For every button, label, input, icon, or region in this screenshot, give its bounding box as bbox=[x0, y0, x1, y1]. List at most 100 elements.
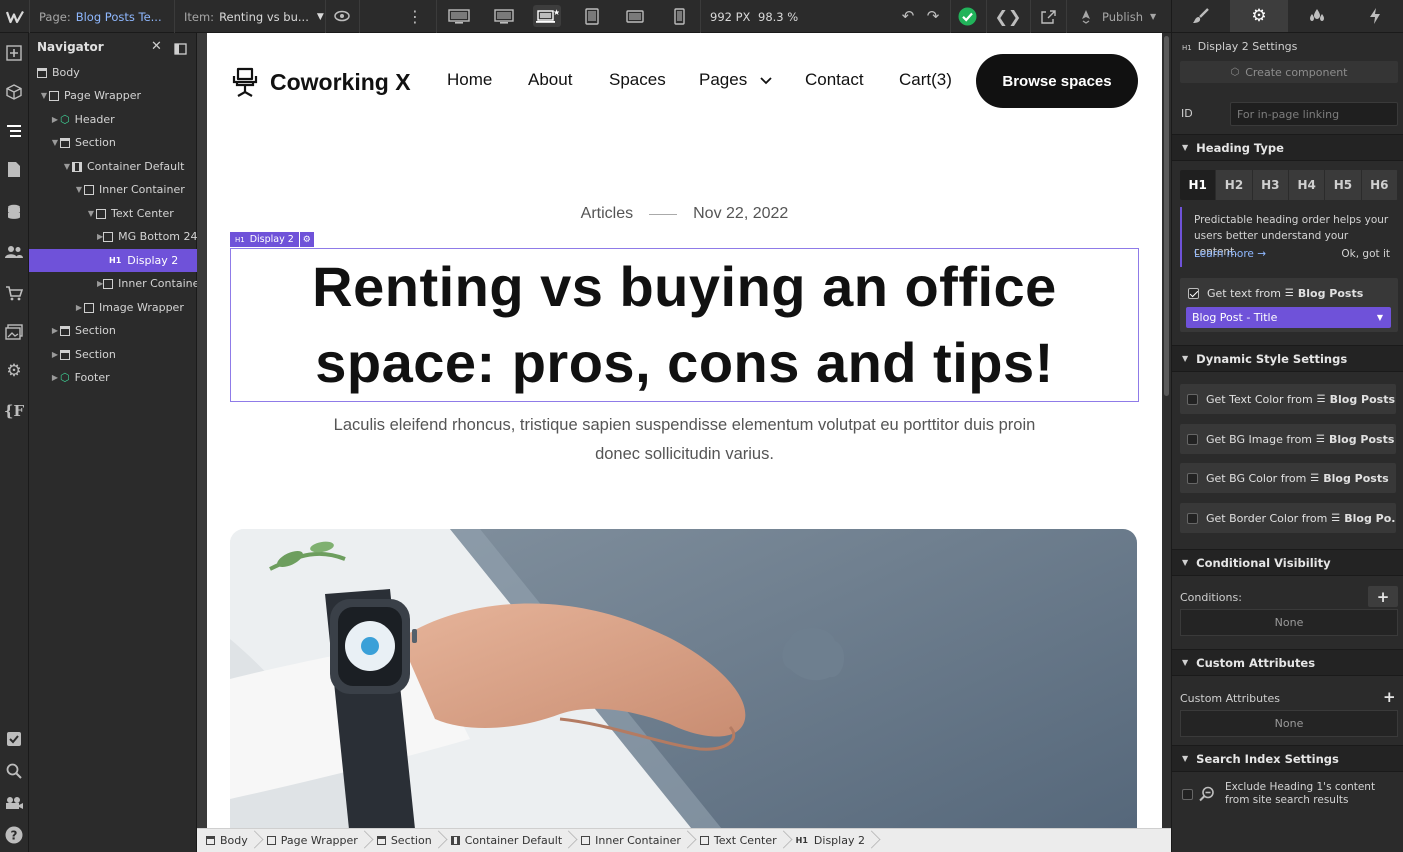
caret-right-icon[interactable]: ▶ bbox=[74, 303, 84, 312]
dynamic-style-section-header[interactable]: ▼ Dynamic Style Settings bbox=[1172, 345, 1403, 372]
users-icon[interactable] bbox=[2, 240, 26, 264]
caret-right-icon[interactable]: ▶ bbox=[50, 115, 60, 124]
caret-down-icon[interactable]: ▼ bbox=[39, 91, 49, 100]
heading-level-h4[interactable]: H4 bbox=[1288, 170, 1326, 200]
more-options-icon[interactable]: ⋮ bbox=[405, 5, 425, 27]
exclude-from-search-row[interactable]: Exclude Heading 1's content from site se… bbox=[1180, 775, 1398, 813]
audit-checkbox-icon[interactable] bbox=[2, 727, 26, 751]
collapse-all-icon[interactable]: ✕ bbox=[151, 39, 162, 54]
breadcrumb-item-body[interactable]: Body bbox=[197, 829, 258, 852]
heading-level-h5[interactable]: H5 bbox=[1325, 170, 1362, 200]
browse-spaces-button[interactable]: Browse spaces bbox=[976, 54, 1138, 108]
cms-database-icon[interactable] bbox=[2, 200, 26, 224]
navigator-item-header[interactable]: ▶ ⬡ Header bbox=[29, 108, 197, 131]
custom-attributes-section-header[interactable]: ▼ Custom Attributes bbox=[1172, 649, 1403, 676]
navigator-item-section-2[interactable]: ▶ Section bbox=[29, 319, 197, 342]
heading-level-h6[interactable]: H6 bbox=[1361, 170, 1398, 200]
get-border-color-row[interactable]: Get Border Color from ☰ Blog Po... bbox=[1180, 503, 1396, 533]
navigator-item-body[interactable]: Body bbox=[29, 61, 197, 84]
device-tablet-icon[interactable] bbox=[578, 5, 606, 27]
page-selector[interactable]: Page: Blog Posts Te... bbox=[39, 0, 162, 33]
caret-right-icon[interactable]: ▶ bbox=[50, 350, 60, 359]
id-field[interactable]: For in-page linking bbox=[1230, 102, 1398, 126]
redo-icon[interactable]: ↷ bbox=[923, 5, 943, 27]
breadcrumb-item-text-center[interactable]: Text Center bbox=[691, 829, 787, 852]
publish-button[interactable]: Publish ▼ bbox=[1078, 0, 1156, 33]
checkbox[interactable] bbox=[1187, 393, 1198, 405]
navigator-item-footer[interactable]: ▶ ⬡ Footer bbox=[29, 366, 197, 389]
tab-interactions[interactable] bbox=[1346, 0, 1403, 32]
menu-spaces[interactable]: Spaces bbox=[609, 70, 666, 90]
symbols-cube-icon[interactable] bbox=[2, 80, 26, 104]
selected-heading-outline[interactable]: Renting vs buying an office space: pros,… bbox=[230, 248, 1139, 402]
menu-pages[interactable]: Pages bbox=[699, 70, 772, 90]
code-export-icon[interactable]: ❮❯ bbox=[994, 5, 1022, 27]
share-icon[interactable] bbox=[1037, 5, 1059, 27]
breadcrumb-item-display-2[interactable]: H1 Display 2 bbox=[787, 829, 875, 852]
item-selector[interactable]: Item: Renting vs bu... ▼ bbox=[184, 0, 324, 33]
checkbox-checked-icon[interactable] bbox=[1188, 288, 1199, 299]
assets-images-icon[interactable] bbox=[2, 320, 26, 344]
navigator-item-display-2[interactable]: H1 Display 2 bbox=[29, 249, 197, 272]
checkbox[interactable] bbox=[1187, 512, 1198, 524]
breadcrumb-item-page-wrapper[interactable]: Page Wrapper bbox=[258, 829, 368, 852]
selection-tag[interactable]: H1 Display 2 ⚙ bbox=[230, 232, 314, 247]
article-title[interactable]: Renting vs buying an office space: pros,… bbox=[265, 249, 1105, 401]
learn-more-link[interactable]: Learn more → bbox=[1194, 248, 1266, 260]
get-text-color-row[interactable]: Get Text Color from ☰ Blog Posts bbox=[1180, 384, 1396, 414]
caret-right-icon[interactable]: ▶ bbox=[50, 373, 60, 382]
heading-level-h3[interactable]: H3 bbox=[1252, 170, 1289, 200]
conditions-value[interactable]: None bbox=[1180, 609, 1398, 636]
navigator-item-inner-container[interactable]: ▼ Inner Container bbox=[29, 178, 197, 201]
checkbox[interactable] bbox=[1187, 472, 1198, 484]
caret-down-icon[interactable]: ▼ bbox=[86, 209, 96, 218]
help-icon[interactable]: ? bbox=[2, 823, 26, 847]
breadcrumb-item-section[interactable]: Section bbox=[368, 829, 442, 852]
canvas-scrollbar-thumb[interactable] bbox=[1164, 36, 1169, 396]
conditional-visibility-section-header[interactable]: ▼ Conditional Visibility bbox=[1172, 549, 1403, 576]
menu-cart[interactable]: Cart(3) bbox=[899, 70, 952, 90]
status-check-icon[interactable] bbox=[956, 5, 978, 27]
get-bg-image-row[interactable]: Get BG Image from ☰ Blog Posts bbox=[1180, 424, 1396, 454]
designer-canvas[interactable]: Coworking X Home About Spaces Pages Cont… bbox=[207, 33, 1162, 828]
ecommerce-cart-icon[interactable] bbox=[2, 281, 26, 305]
device-desktop-icon[interactable] bbox=[490, 5, 518, 27]
webflow-logo[interactable] bbox=[0, 0, 29, 33]
checkbox[interactable] bbox=[1187, 433, 1198, 445]
device-desktop-large-icon[interactable] bbox=[445, 5, 473, 27]
article-summary[interactable]: Laculis eleifend rhoncus, tristique sapi… bbox=[327, 411, 1042, 469]
navigator-item-text-center[interactable]: ▼ Text Center bbox=[29, 202, 197, 225]
article-category[interactable]: Articles bbox=[581, 205, 633, 223]
device-mobile-portrait-icon[interactable] bbox=[665, 5, 693, 27]
navigator-item-mg-bottom-24[interactable]: ▶ MG Bottom 24 bbox=[29, 225, 197, 248]
heading-level-h2[interactable]: H2 bbox=[1216, 170, 1253, 200]
navigator-item-section[interactable]: ▼ Section bbox=[29, 131, 197, 154]
caret-down-icon[interactable]: ▼ bbox=[62, 162, 72, 171]
navigator-item-page-wrapper[interactable]: ▼ Page Wrapper bbox=[29, 84, 197, 107]
device-base-breakpoint-icon[interactable]: ★ bbox=[533, 5, 561, 27]
ok-got-it-link[interactable]: Ok, got it bbox=[1341, 248, 1390, 260]
tab-settings[interactable]: ⚙ bbox=[1230, 0, 1288, 32]
add-panel-icon[interactable] bbox=[2, 41, 26, 65]
video-tutorials-icon[interactable] bbox=[2, 791, 26, 815]
add-attribute-icon[interactable]: + bbox=[1383, 688, 1396, 706]
navigator-item-container-default[interactable]: ▼ Container Default bbox=[29, 155, 197, 178]
custom-attributes-value[interactable]: None bbox=[1180, 710, 1398, 737]
add-condition-icon[interactable]: + bbox=[1368, 586, 1398, 607]
checkbox[interactable] bbox=[1182, 788, 1193, 800]
navigator-icon[interactable] bbox=[2, 119, 26, 143]
variables-icon[interactable]: {F bbox=[2, 399, 26, 423]
gear-icon[interactable]: ⚙ bbox=[299, 232, 314, 247]
menu-about[interactable]: About bbox=[528, 70, 572, 90]
heading-type-section-header[interactable]: ▼ Heading Type bbox=[1172, 134, 1403, 161]
menu-home[interactable]: Home bbox=[447, 70, 492, 90]
breadcrumb-item-container-default[interactable]: Container Default bbox=[442, 829, 572, 852]
caret-right-icon[interactable]: ▶ bbox=[50, 326, 60, 335]
get-bg-color-row[interactable]: Get BG Color from ☰ Blog Posts bbox=[1180, 463, 1396, 493]
menu-contact[interactable]: Contact bbox=[805, 70, 864, 90]
breadcrumb-item-inner-container[interactable]: Inner Container bbox=[572, 829, 691, 852]
device-mobile-landscape-icon[interactable] bbox=[621, 5, 649, 27]
get-text-row[interactable]: Get text from ☰ Blog Posts bbox=[1188, 287, 1363, 300]
caret-down-icon[interactable]: ▼ bbox=[74, 185, 84, 194]
tab-style[interactable] bbox=[1172, 0, 1230, 32]
